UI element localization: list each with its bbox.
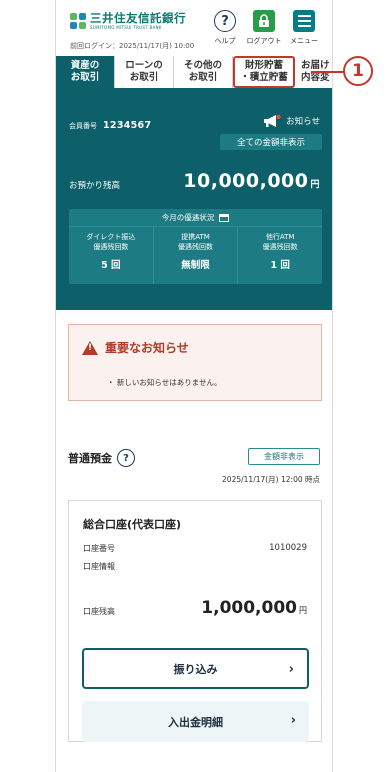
logo-mark-icon [70,13,86,29]
warning-icon [82,340,98,355]
hamburger-icon [293,10,315,32]
help-label: ヘルプ [214,37,236,45]
last-login-text: 前回ログイン：2025/11/17(月) 10:00 [70,42,195,50]
member-number-label: 会員番号 [69,122,97,130]
help-circle-icon[interactable]: ? [117,449,135,467]
tab-savings-plan[interactable]: 財形貯蓄 ・積立貯蓄 [233,56,295,88]
hide-all-amounts-button[interactable]: 全ての金額非表示 [220,134,322,150]
chevron-right-icon: › [290,713,296,728]
important-notice-box: 重要なお知らせ ・ 新しいお知らせはありません。 [68,324,322,401]
statement-label: 入出金明細 [168,715,223,729]
account-card-title: 総合口座(代表口座) [83,518,182,531]
main-tabs: 資産の お取引 ローンの お取引 その他の お取引 財形貯蓄 ・積立貯蓄 お届け… [56,56,332,90]
account-card: 総合口座(代表口座) 口座番号 1010029 口座情報 口座残高 1,000,… [68,500,322,742]
member-number-value: 1234567 [103,120,152,131]
status-title-text: 今月の優遇状況 [161,213,215,222]
logout-label: ログアウト [246,37,282,45]
annotation-number-badge: 1 [343,56,373,86]
status-other-bank-atm: 他行ATM 優遇残回数 1 回 [238,227,322,284]
account-number-label: 口座番号 [83,544,115,553]
window-icon [219,213,230,222]
status-item-value: 1 回 [270,260,290,271]
account-summary-panel: 会員番号 1234567 お知らせ 全ての金額非表示 お預かり残高 10,000,… [56,90,332,310]
bank-name: 三井住友信託銀行 [90,11,186,25]
status-title: 今月の優遇状況 [69,209,322,227]
account-balance-value: 1,000,000 [201,598,297,618]
lock-icon [253,10,275,32]
balance-amount: 10,000,000 円 [183,170,320,192]
tab-assets[interactable]: 資産の お取引 [56,56,115,88]
chevron-right-icon: › [288,662,294,677]
status-direct-transfer: ダイレクト振込 優遇残回数 5 回 [69,227,154,284]
balance-label: お預かり残高 [69,181,121,191]
notice-label: お知らせ [286,117,320,127]
status-item-value: 無制限 [181,260,210,271]
savings-title-text: 普通預金 [68,452,112,465]
megaphone-icon [264,114,281,127]
bank-name-en: SUMITOMO MITSUI TRUST BANK [90,25,162,30]
help-button[interactable]: ? ヘルプ [211,10,239,46]
status-item-value: 5 回 [101,260,121,271]
status-item-title: 他行ATM 優遇残回数 [262,233,298,251]
transfer-button[interactable]: 振り込み › [82,648,309,689]
status-partner-atm: 提携ATM 優遇残回数 無制限 [154,227,239,284]
member-number: 会員番号 1234567 [69,120,151,131]
logout-button[interactable]: ログアウト [247,10,282,46]
phone-screen: 三井住友信託銀行 SUMITOMO MITSUI TRUST BANK 前回ログ… [55,0,333,772]
status-item-title: 提携ATM 優遇残回数 [178,233,213,251]
status-item-title: ダイレクト振込 優遇残回数 [86,233,136,251]
menu-button[interactable]: メニュー [290,10,318,46]
account-balance-unit: 円 [299,606,307,615]
annotation-line [311,71,344,73]
savings-section-title: 普通預金 ? [68,449,135,467]
tab-loans[interactable]: ローンの お取引 [115,56,174,88]
bank-logo[interactable]: 三井住友信託銀行 SUMITOMO MITSUI TRUST BANK [70,12,186,30]
statement-button[interactable]: 入出金明細 › [82,701,309,742]
balance-unit: 円 [310,180,320,190]
help-icon: ? [214,10,236,32]
tab-other[interactable]: その他の お取引 [174,56,233,88]
account-info-link[interactable]: 口座情報 [83,561,115,572]
account-number-value: 1010029 [269,543,307,553]
hide-amount-button[interactable]: 金額非表示 [248,448,320,465]
as-of-timestamp: 2025/11/17(月) 12:00 時点 [222,475,320,484]
menu-label: メニュー [290,37,318,45]
balance-value: 10,000,000 [183,170,309,192]
preferential-status-box[interactable]: 今月の優遇状況 ダイレクト振込 優遇残回数 5 回 提携ATM 優遇残回数 無制… [69,209,322,284]
account-balance-label: 口座残高 [83,607,115,616]
account-balance: 1,000,000 円 [201,598,307,618]
transfer-label: 振り込み [173,662,218,676]
app-header: 三井住友信託銀行 SUMITOMO MITSUI TRUST BANK 前回ログ… [56,0,332,56]
notice-link[interactable]: お知らせ [263,114,320,128]
important-notice-text: ・ 新しいお知らせはありません。 [107,378,222,387]
important-notice-title: 重要なお知らせ [82,339,189,356]
important-notice-title-text: 重要なお知らせ [105,341,189,355]
